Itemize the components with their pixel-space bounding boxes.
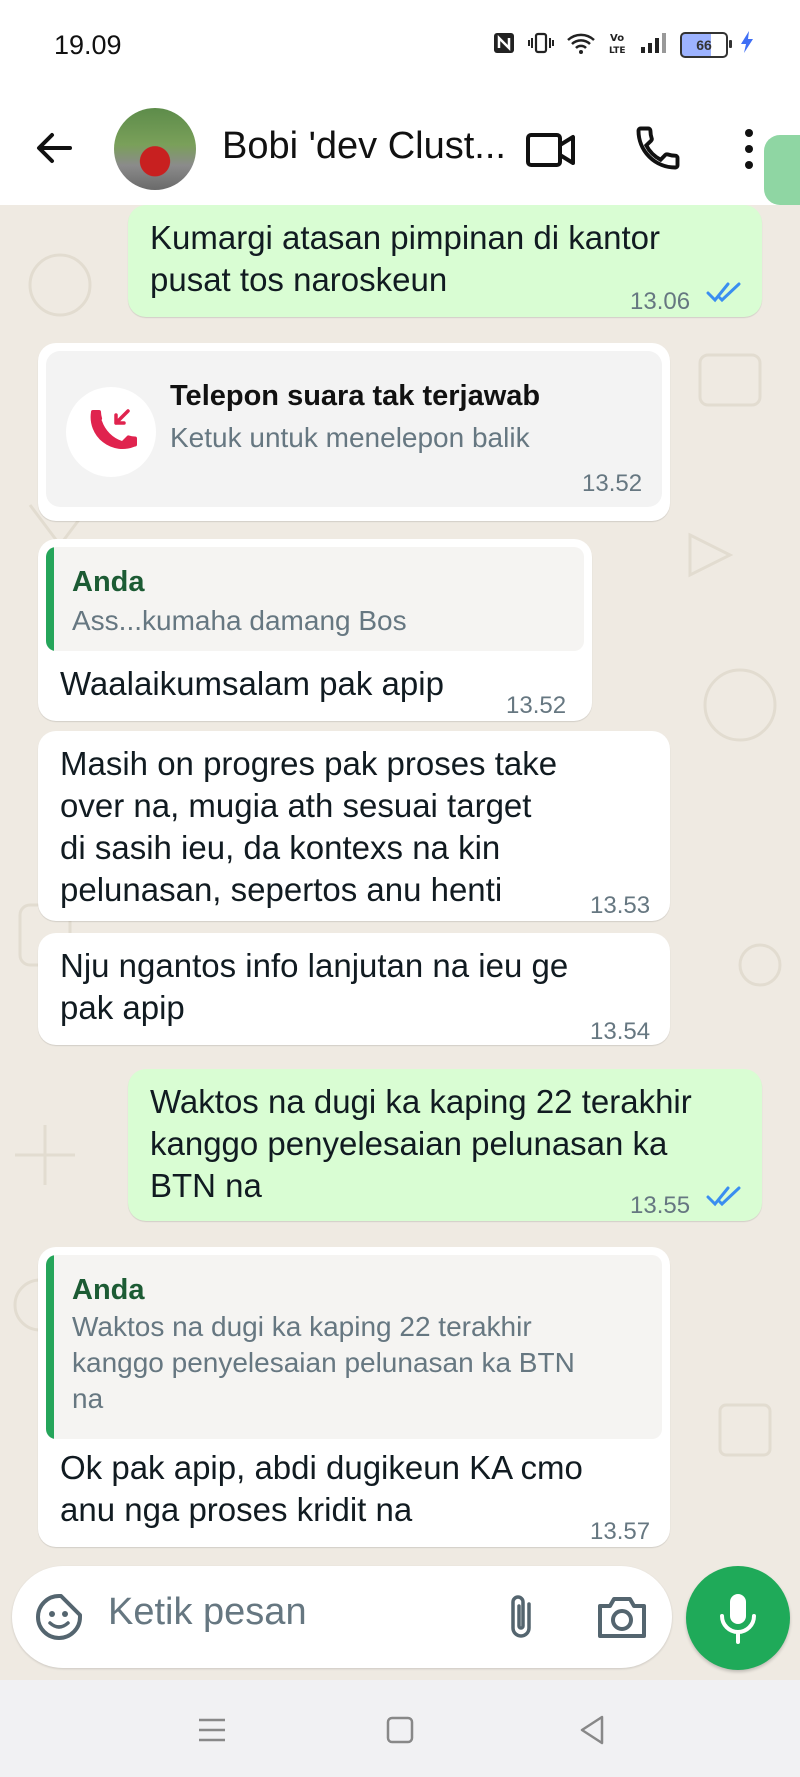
- floating-handle[interactable]: [764, 135, 800, 205]
- nfc-icon: [492, 31, 516, 59]
- svg-text:LTE: LTE: [609, 46, 626, 56]
- menu-lines-icon: [199, 1718, 225, 1742]
- message-text: Waalaikumsalam pak apip: [60, 665, 444, 702]
- video-call-button[interactable]: [525, 125, 577, 175]
- quote-text: Waktos na dugi ka kaping 22 terakhir kan…: [72, 1311, 575, 1414]
- message-time: 13.53: [590, 892, 651, 919]
- system-nav-bar: [0, 1680, 800, 1777]
- voice-record-button[interactable]: [686, 1566, 790, 1670]
- square-icon: [386, 1716, 414, 1744]
- recent-apps-button[interactable]: [194, 1712, 230, 1748]
- emoji-button[interactable]: [34, 1592, 84, 1642]
- message-bubble-incoming[interactable]: Masih on progres pak proses take over na…: [38, 731, 670, 921]
- quote-author: Anda: [72, 566, 145, 598]
- message-text: Masih on progres pak proses take over na…: [60, 745, 558, 908]
- message-bubble-outgoing[interactable]: Kumargi atasan pimpinan di kantor pusat …: [128, 205, 762, 317]
- system-back-button[interactable]: [574, 1712, 610, 1748]
- camera-button[interactable]: [596, 1594, 648, 1640]
- message-bubble-outgoing[interactable]: Waktos na dugi ka kaping 22 terakhir kan…: [128, 1069, 762, 1221]
- message-time: 13.57: [590, 1518, 651, 1545]
- status-bar: 19.09 Vo LTE 66: [0, 0, 800, 95]
- message-composer: [12, 1566, 672, 1668]
- quoted-message[interactable]: Anda Waktos na dugi ka kaping 22 terakhi…: [46, 1255, 662, 1439]
- voice-call-button[interactable]: [632, 122, 684, 174]
- video-camera-icon: [526, 133, 575, 167]
- message-time: 13.52: [582, 470, 643, 497]
- missed-call-icon: [90, 409, 137, 449]
- missed-call-icon-circle: [66, 387, 156, 477]
- missed-call-bubble[interactable]: Telepon suara tak terjawab Ketuk untuk m…: [38, 343, 670, 521]
- quote-accent-bar: [46, 547, 54, 651]
- phone-icon: [636, 126, 680, 170]
- back-button[interactable]: [30, 123, 80, 173]
- message-time: 13.55: [630, 1192, 691, 1219]
- double-check-read-icon: [706, 1186, 741, 1207]
- message-time: 13.54: [590, 1018, 651, 1045]
- charging-icon: [740, 30, 754, 60]
- battery-icon: 66: [680, 32, 732, 58]
- triangle-back-icon: [580, 1715, 604, 1745]
- message-time: 13.06: [630, 288, 691, 315]
- message-input[interactable]: [106, 1590, 490, 1635]
- quoted-message[interactable]: Anda Ass...kumaha damang Bos: [46, 547, 584, 651]
- contact-name[interactable]: Bobi 'dev Clust...: [222, 125, 506, 168]
- message-text: Kumargi atasan pimpinan di kantor pusat …: [150, 219, 660, 298]
- more-vertical-icon: [745, 129, 753, 169]
- message-list[interactable]: Kumargi atasan pimpinan di kantor pusat …: [0, 205, 800, 1565]
- message-bubble-incoming[interactable]: Nju ngantos info lanjutan na ieu ge pak …: [38, 933, 670, 1045]
- missed-call-card[interactable]: Telepon suara tak terjawab Ketuk untuk m…: [46, 351, 662, 507]
- message-text: Nju ngantos info lanjutan na ieu ge pak …: [60, 947, 569, 1026]
- status-time: 19.09: [54, 30, 122, 60]
- message-time: 13.52: [506, 692, 567, 719]
- volte-icon: Vo LTE: [608, 30, 628, 60]
- quote-text: Ass...kumaha damang Bos: [72, 605, 407, 636]
- vibrate-icon: [528, 31, 554, 59]
- attach-button[interactable]: [496, 1590, 546, 1644]
- message-text: Waktos na dugi ka kaping 22 terakhir kan…: [150, 1083, 692, 1204]
- status-icons: Vo LTE 66: [492, 30, 754, 60]
- message-bubble-incoming-reply[interactable]: Anda Ass...kumaha damang Bos Waalaikumsa…: [38, 539, 592, 721]
- arrow-left-icon: [37, 133, 72, 163]
- quote-author: Anda: [72, 1274, 145, 1306]
- signal-icon: [640, 32, 668, 58]
- camera-icon: [598, 1597, 646, 1638]
- message-text: Ok pak apip, abdi dugikeun KA cmo anu ng…: [60, 1449, 583, 1528]
- paperclip-icon: [511, 1595, 531, 1638]
- missed-call-subtitle: Ketuk untuk menelepon balik: [170, 422, 530, 453]
- message-bubble-incoming-reply[interactable]: Anda Waktos na dugi ka kaping 22 terakhi…: [38, 1247, 670, 1547]
- double-check-read-icon: [706, 282, 741, 303]
- svg-text:Vo: Vo: [610, 33, 624, 44]
- chat-header: Bobi 'dev Clust...: [0, 95, 800, 205]
- missed-call-title: Telepon suara tak terjawab: [170, 380, 541, 412]
- home-button[interactable]: [382, 1712, 418, 1748]
- microphone-icon: [720, 1594, 756, 1644]
- contact-avatar[interactable]: [114, 108, 196, 190]
- more-options-button[interactable]: [734, 123, 764, 175]
- wifi-icon: [566, 31, 596, 59]
- sticker-emoji-icon: [36, 1594, 82, 1640]
- quote-accent-bar: [46, 1255, 54, 1439]
